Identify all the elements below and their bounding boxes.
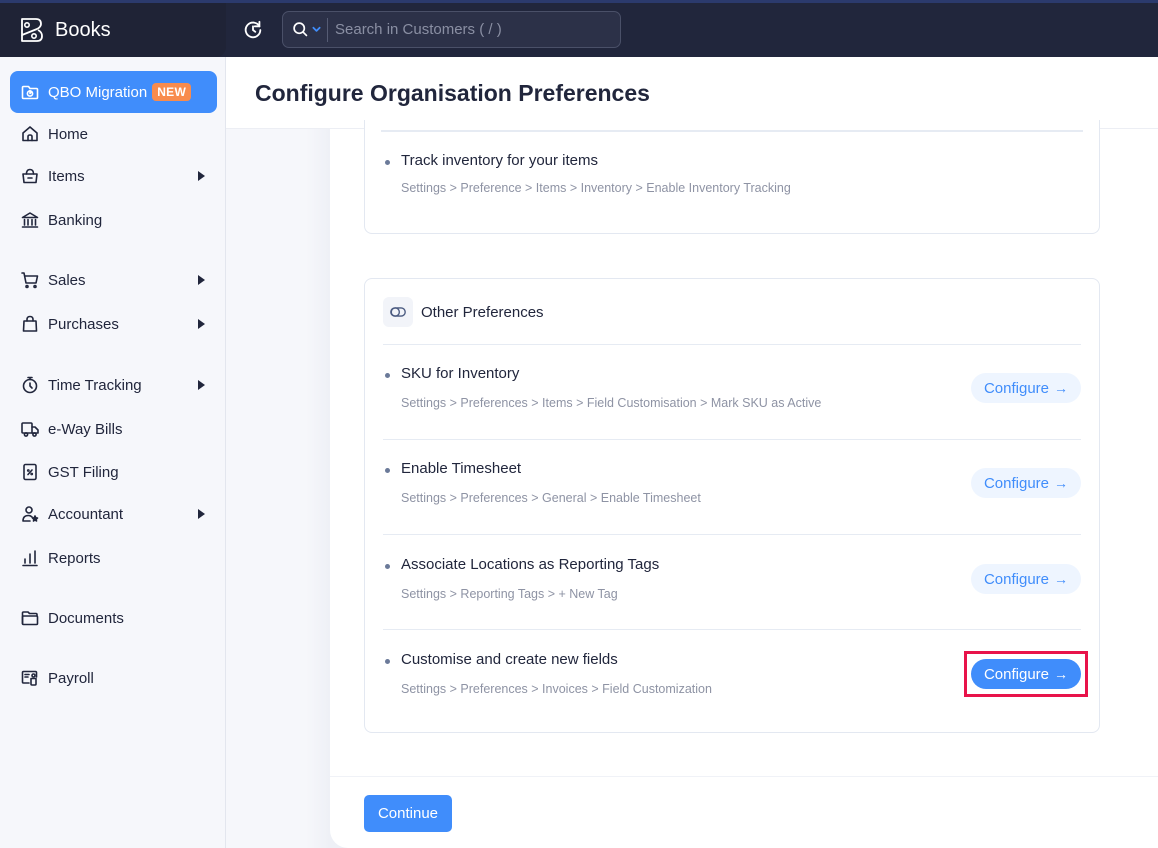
- preference-path: Settings > Preferences > General > Enabl…: [401, 491, 701, 505]
- preference-title: Enable Timesheet: [401, 460, 522, 477]
- sidebar-item-time-tracking[interactable]: Time Tracking: [10, 367, 217, 403]
- sidebar-item-qbo-migration[interactable]: QBO Migration NEW: [10, 71, 217, 113]
- recent-history-button[interactable]: [240, 17, 266, 43]
- sidebar-item-eway-bills[interactable]: e-Way Bills: [10, 411, 217, 447]
- page-header: Configure Organisation Preferences: [226, 57, 1158, 129]
- button-label: Configure: [983, 379, 1050, 397]
- continue-button[interactable]: Continue: [364, 795, 452, 832]
- submenu-arrow-icon: [198, 171, 205, 181]
- sidebar-item-label: Items: [48, 167, 85, 185]
- sidebar-item-label: Reports: [48, 549, 101, 567]
- footer-divider: [330, 776, 1158, 777]
- arrow-right-icon: →: [1054, 666, 1069, 682]
- configure-custom-fields-button[interactable]: Configure →: [971, 659, 1081, 689]
- folder-migrate-icon: [20, 82, 40, 102]
- preference-row: Customise and create new fields Settings…: [383, 631, 1081, 726]
- sidebar-item-sales[interactable]: Sales: [10, 262, 217, 298]
- cart-icon: [20, 270, 40, 290]
- sidebar-item-purchases[interactable]: Purchases: [10, 306, 217, 342]
- sidebar-item-reports[interactable]: Reports: [10, 540, 217, 576]
- button-label: Configure: [983, 474, 1050, 492]
- chevron-down-icon: [312, 26, 321, 32]
- arrow-right-icon: →: [1054, 571, 1069, 587]
- sidebar-item-accountant[interactable]: Accountant: [10, 496, 217, 532]
- other-preferences-header: Other Preferences: [383, 297, 1081, 345]
- search-icon: [293, 22, 308, 37]
- button-label: Configure: [983, 665, 1050, 683]
- page-title: Configure Organisation Preferences: [255, 80, 650, 106]
- app-name: Books: [55, 18, 111, 41]
- books-logo-icon: [21, 18, 43, 42]
- bullet-icon: [385, 468, 390, 473]
- preference-title: Track inventory for your items: [401, 152, 598, 169]
- preference-path: Settings > Preference > Items > Inventor…: [401, 181, 791, 195]
- tax-percent-icon: [20, 462, 40, 482]
- sidebar-item-documents[interactable]: Documents: [10, 600, 217, 636]
- sidebar-item-label: Purchases: [48, 315, 119, 333]
- preference-row: SKU for Inventory Settings > Preferences…: [383, 345, 1081, 440]
- submenu-arrow-icon: [198, 275, 205, 285]
- sidebar-item-payroll[interactable]: Payroll: [10, 660, 217, 696]
- shopping-bag-icon: [20, 314, 40, 334]
- sidebar-item-label: Time Tracking: [48, 376, 142, 394]
- preference-path: Settings > Preferences > Items > Field C…: [401, 396, 822, 410]
- bullet-icon: [385, 160, 390, 165]
- bullet-icon: [385, 373, 390, 378]
- preference-title: Associate Locations as Reporting Tags: [401, 556, 660, 573]
- inventory-preferences-card: Track inventory for your items Settings …: [364, 120, 1100, 234]
- new-badge: NEW: [152, 83, 192, 101]
- sidebar-item-home[interactable]: Home: [10, 116, 217, 152]
- preference-title: SKU for Inventory: [401, 365, 520, 382]
- button-label: Configure: [983, 570, 1050, 588]
- sidebar-item-label: Banking: [48, 211, 103, 229]
- sidebar-item-label: Payroll: [48, 669, 94, 687]
- preference-row: Enable Timesheet Settings > Preferences …: [383, 440, 1081, 535]
- submenu-arrow-icon: [198, 509, 205, 519]
- arrow-right-icon: →: [1054, 380, 1069, 396]
- sidebar-item-items[interactable]: Items: [10, 158, 217, 194]
- search-input[interactable]: [328, 21, 620, 38]
- bullet-icon: [385, 564, 390, 569]
- bank-icon: [20, 210, 40, 230]
- sidebar-item-label: Accountant: [48, 505, 124, 523]
- preference-path: Settings > Reporting Tags > + New Tag: [401, 587, 618, 601]
- home-icon: [20, 124, 40, 144]
- sidebar-item-label: QBO Migration: [48, 83, 148, 101]
- truck-icon: [20, 419, 40, 439]
- preference-row: Track inventory for your items Settings …: [383, 138, 1081, 233]
- sidebar-item-label: GST Filing: [48, 463, 119, 481]
- stopwatch-icon: [20, 375, 40, 395]
- preference-row: Associate Locations as Reporting Tags Se…: [383, 535, 1081, 630]
- folder-open-icon: [20, 608, 40, 628]
- basket-icon: [20, 166, 40, 186]
- top-bar: Books: [0, 0, 1158, 57]
- brand[interactable]: Books: [0, 3, 226, 57]
- history-clock-icon: [244, 20, 262, 39]
- sidebar-item-label: Sales: [48, 271, 86, 289]
- bar-chart-icon: [20, 548, 40, 568]
- card-divider: [381, 130, 1083, 132]
- configure-reporting-tags-button[interactable]: Configure →: [971, 564, 1081, 594]
- search-scope-dropdown[interactable]: [283, 12, 327, 47]
- submenu-arrow-icon: [198, 380, 205, 390]
- sidebar-item-label: Home: [48, 125, 89, 143]
- other-preferences-card: Other Preferences SKU for Inventory Sett…: [364, 278, 1100, 733]
- preference-title: Customise and create new fields: [401, 651, 618, 668]
- toggle-icon: [383, 297, 413, 327]
- payroll-icon: [20, 668, 40, 688]
- bullet-icon: [385, 659, 390, 664]
- search-box: [282, 11, 621, 48]
- sidebar-item-gst-filing[interactable]: GST Filing: [10, 454, 217, 490]
- sidebar-item-label: e-Way Bills: [48, 420, 123, 438]
- section-heading: Other Preferences: [421, 304, 544, 321]
- sidebar-item-label: Documents: [48, 609, 124, 627]
- arrow-right-icon: →: [1054, 475, 1069, 491]
- preference-path: Settings > Preferences > Invoices > Fiel…: [401, 682, 712, 696]
- sidebar-item-banking[interactable]: Banking: [10, 202, 217, 238]
- configure-sku-button[interactable]: Configure →: [971, 373, 1081, 403]
- user-star-icon: [20, 504, 40, 524]
- configure-timesheet-button[interactable]: Configure →: [971, 468, 1081, 498]
- submenu-arrow-icon: [198, 319, 205, 329]
- sidebar: QBO Migration NEW Home Items Banking Sal…: [0, 57, 226, 848]
